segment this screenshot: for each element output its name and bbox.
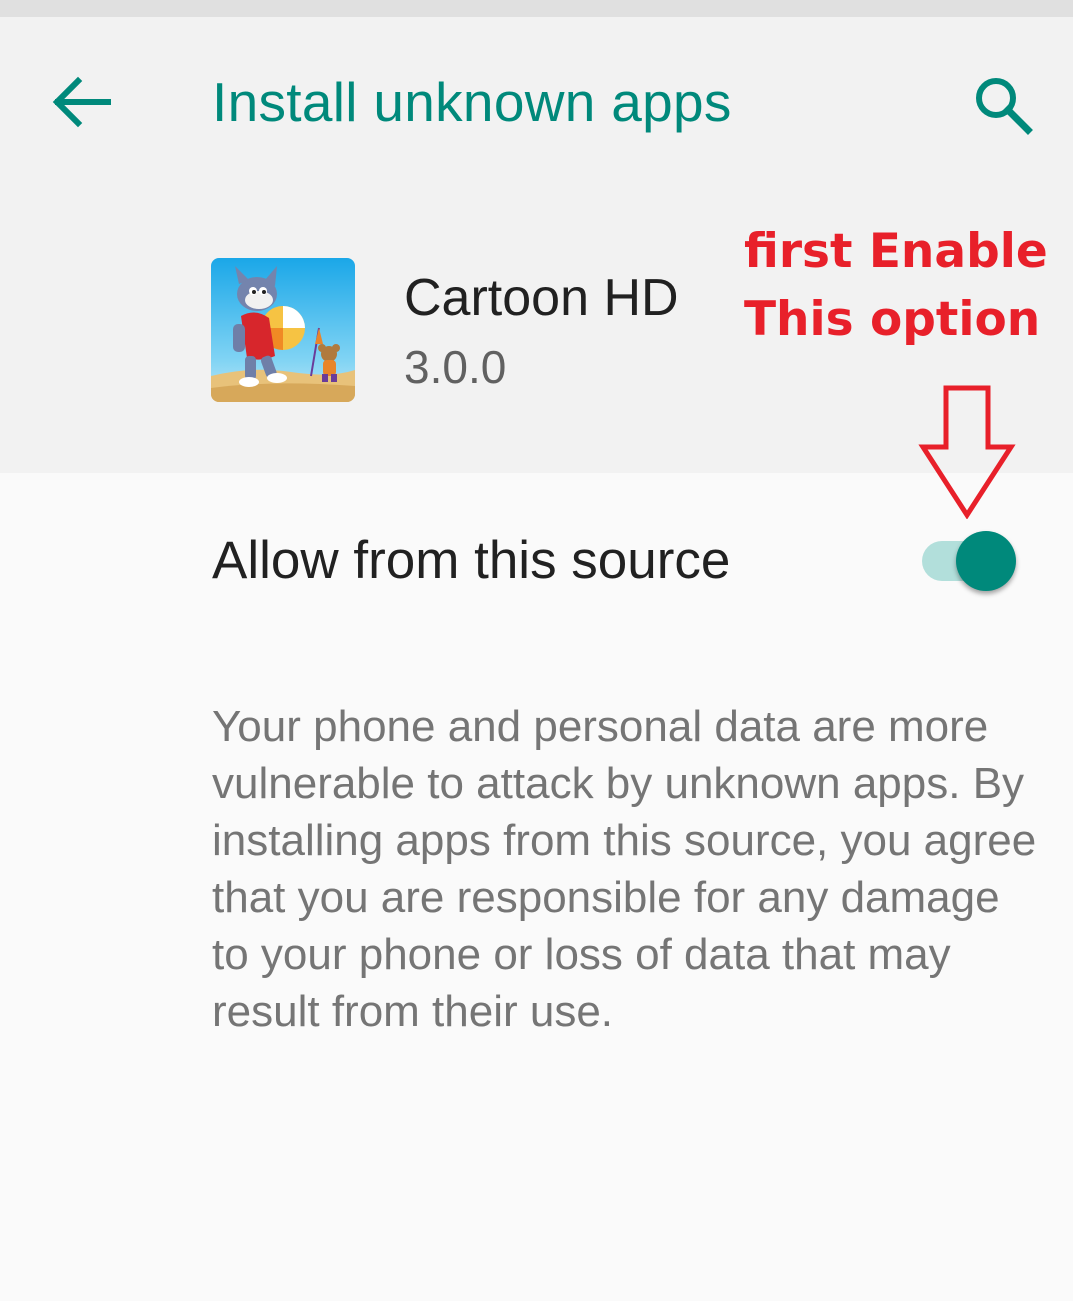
app-name: Cartoon HD [404,269,679,327]
cartoon-app-icon [211,258,355,402]
security-warning-text: Your phone and personal data are more vu… [212,702,1037,1036]
toggle-thumb [956,531,1016,591]
down-arrow-icon [918,385,1016,519]
allow-from-source-row[interactable]: Allow from this source [0,500,1073,630]
annotation-line-2: This option [744,292,1041,347]
allow-from-source-toggle[interactable] [918,526,1022,596]
search-button[interactable] [958,60,1048,150]
arrow-left-icon [52,76,111,128]
search-icon [976,78,1033,135]
app-version: 3.0.0 [404,341,507,393]
status-bar [0,0,1073,17]
annotation-note: first Enable This option [744,218,1064,354]
allow-from-source-label: Allow from this source [212,531,731,590]
back-button[interactable] [40,60,124,144]
annotation-line-1: first Enable [744,224,1048,279]
page-title: Install unknown apps [212,71,732,133]
